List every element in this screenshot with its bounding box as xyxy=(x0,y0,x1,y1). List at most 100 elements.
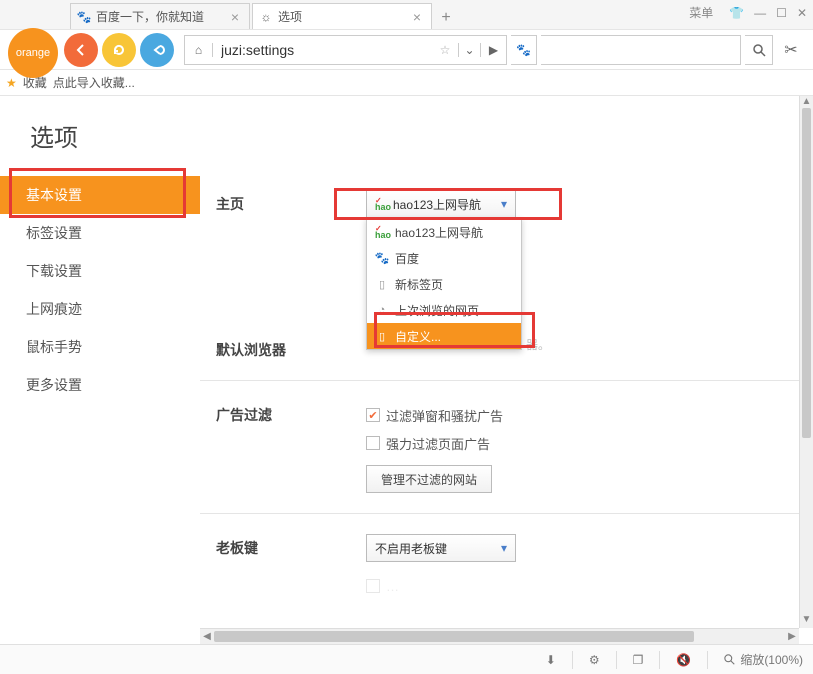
button-label: 管理不过滤的网站 xyxy=(381,471,477,488)
scrollbar-thumb[interactable] xyxy=(214,631,694,642)
scroll-right-icon[interactable]: ▶ xyxy=(785,629,799,644)
star-icon: ★ xyxy=(6,76,17,90)
search-button[interactable] xyxy=(745,35,773,65)
homepage-dropdown[interactable]: hao hao123上网导航 ▾ xyxy=(366,190,516,218)
back-button[interactable] xyxy=(64,33,98,67)
separator xyxy=(616,651,617,669)
close-icon[interactable]: × xyxy=(411,9,423,25)
sidebar-item-download[interactable]: 下载设置 xyxy=(0,252,200,290)
arrow-left-icon xyxy=(73,42,89,58)
search-input[interactable] xyxy=(541,35,741,65)
option-label: 百度 xyxy=(395,250,419,267)
menu-button[interactable]: 菜单 xyxy=(689,4,713,21)
sidebar-item-label: 下载设置 xyxy=(26,261,82,281)
checkbox-label: 过滤弹窗和骚扰广告 xyxy=(386,406,503,425)
truncated-text: 器。 xyxy=(526,338,550,352)
scrollbar-thumb[interactable] xyxy=(802,108,811,438)
sidebar-item-tabs[interactable]: 标签设置 xyxy=(0,214,200,252)
bookmark-bar: ★ 收藏 点此导入收藏... xyxy=(0,70,813,96)
dropdown-option-custom[interactable]: ▯ 自定义... xyxy=(367,323,521,349)
bosskey-dropdown[interactable]: 不启用老板键 ▾ xyxy=(366,534,516,562)
option-label: hao123上网导航 xyxy=(395,224,483,241)
sidebar-item-history[interactable]: 上网痕迹 xyxy=(0,290,200,328)
page-body: 选项 基本设置 标签设置 下载设置 上网痕迹 鼠标手势 更多设置 主页 hao … xyxy=(0,96,813,644)
sidebar-item-basic[interactable]: 基本设置 xyxy=(0,176,200,214)
import-bookmarks-link[interactable]: 点此导入收藏... xyxy=(53,74,135,91)
checkbox-icon xyxy=(366,579,380,593)
skin-icon[interactable]: 👕 xyxy=(729,6,744,20)
page-icon: ▯ xyxy=(375,277,389,291)
zoom-control[interactable]: 缩放(100%) xyxy=(724,651,803,668)
vertical-scrollbar[interactable]: ▲ ▼ xyxy=(799,96,813,628)
url-input[interactable] xyxy=(213,42,432,58)
browser-logo: orange xyxy=(8,28,58,78)
minimize-icon[interactable]: — xyxy=(754,6,766,20)
sidebar-item-label: 基本设置 xyxy=(26,185,82,205)
zoom-label: 缩放(100%) xyxy=(740,651,803,668)
caret-down-icon: ▾ xyxy=(501,541,507,555)
manage-whitelist-button[interactable]: 管理不过滤的网站 xyxy=(366,465,492,493)
magnifier-icon xyxy=(724,654,736,666)
checkbox-strong-filter[interactable]: 强力过滤页面广告 xyxy=(366,429,799,457)
option-label: 自定义... xyxy=(395,328,441,345)
page-title: 选项 xyxy=(0,96,813,171)
close-window-icon[interactable]: ✕ xyxy=(797,6,807,20)
tab-settings[interactable]: ☼ 选项 × xyxy=(252,3,432,29)
scroll-left-icon[interactable]: ◀ xyxy=(200,629,214,644)
home-icon[interactable]: ⌂ xyxy=(185,43,213,57)
go-icon[interactable]: ▶ xyxy=(480,43,506,57)
section-homepage: 主页 hao hao123上网导航 ▾ hao hao123上网导航 🐾 xyxy=(216,176,799,232)
dropdown-value: 不启用老板键 xyxy=(375,540,447,557)
window-controls: 菜单 👕 — ☐ ✕ xyxy=(689,4,807,21)
restore-icon[interactable]: ❐ xyxy=(633,653,644,667)
clock-icon: ◔ xyxy=(375,303,389,317)
settings-gear-icon[interactable]: ⚙ xyxy=(589,653,600,667)
section-label: 默认浏览器 xyxy=(216,336,366,360)
tab-label: 选项 xyxy=(278,8,302,25)
option-label: 新标签页 xyxy=(395,276,443,293)
sidebar-item-gestures[interactable]: 鼠标手势 xyxy=(0,328,200,366)
settings-layout: 基本设置 标签设置 下载设置 上网痕迹 鼠标手势 更多设置 主页 hao hao… xyxy=(0,176,799,644)
section-adblock: 广告过滤 ✔ 过滤弹窗和骚扰广告 强力过滤页面广告 管理不过滤的网站 xyxy=(216,387,799,507)
caret-down-icon: ▾ xyxy=(501,197,507,211)
section-label: 广告过滤 xyxy=(216,401,366,493)
screenshot-icon[interactable]: ✂ xyxy=(777,40,805,60)
logo-text: orange xyxy=(16,47,50,59)
checkbox-icon: ✔ xyxy=(366,408,380,422)
download-icon[interactable]: ⬇ xyxy=(546,653,556,667)
sidebar-item-more[interactable]: 更多设置 xyxy=(0,366,200,404)
new-tab-button[interactable]: + xyxy=(434,7,458,29)
toolbar: ⌂ ☆ ⌄ ▶ 🐾 ✂ xyxy=(0,30,813,70)
checkbox-disabled: … xyxy=(366,572,799,600)
undo-close-button[interactable] xyxy=(140,33,174,67)
section-label: 老板键 xyxy=(216,534,366,600)
sidebar-item-label: 更多设置 xyxy=(26,375,82,395)
tab-strip: 🐾 百度一下，你就知道 × ☼ 选项 × + xyxy=(70,0,458,29)
dropdown-option-lastpages[interactable]: ◔ 上次浏览的网页 xyxy=(367,297,521,323)
dropdown-option-hao123[interactable]: hao hao123上网导航 xyxy=(367,219,521,245)
refresh-button[interactable] xyxy=(102,33,136,67)
section-label: 主页 xyxy=(216,190,366,218)
checkbox-label: … xyxy=(386,579,399,594)
dropdown-option-baidu[interactable]: 🐾 百度 xyxy=(367,245,521,271)
magnifier-icon xyxy=(752,43,766,57)
tab-baidu[interactable]: 🐾 百度一下，你就知道 × xyxy=(70,3,250,29)
close-icon[interactable]: × xyxy=(229,9,241,25)
scroll-down-icon[interactable]: ▼ xyxy=(800,614,813,628)
checkbox-label: 强力过滤页面广告 xyxy=(386,434,490,453)
separator xyxy=(707,651,708,669)
mute-icon[interactable]: 🔇 xyxy=(676,653,691,667)
bookmark-star-icon[interactable]: ☆ xyxy=(432,43,458,57)
checkbox-popup-filter[interactable]: ✔ 过滤弹窗和骚扰广告 xyxy=(366,401,799,429)
address-dropdown-icon[interactable]: ⌄ xyxy=(458,43,480,57)
maximize-icon[interactable]: ☐ xyxy=(776,6,787,20)
dropdown-value: hao123上网导航 xyxy=(393,196,481,213)
status-bar: ⬇ ⚙ ❐ 🔇 缩放(100%) xyxy=(0,644,813,674)
settings-content: 主页 hao hao123上网导航 ▾ hao hao123上网导航 🐾 xyxy=(200,176,799,644)
hao123-icon: hao xyxy=(375,197,389,211)
gear-icon: ☼ xyxy=(259,10,273,24)
search-engine-icon[interactable]: 🐾 xyxy=(511,35,537,65)
horizontal-scrollbar[interactable]: ◀ ▶ xyxy=(200,628,799,644)
dropdown-option-newtab[interactable]: ▯ 新标签页 xyxy=(367,271,521,297)
option-label: 上次浏览的网页 xyxy=(395,302,479,319)
